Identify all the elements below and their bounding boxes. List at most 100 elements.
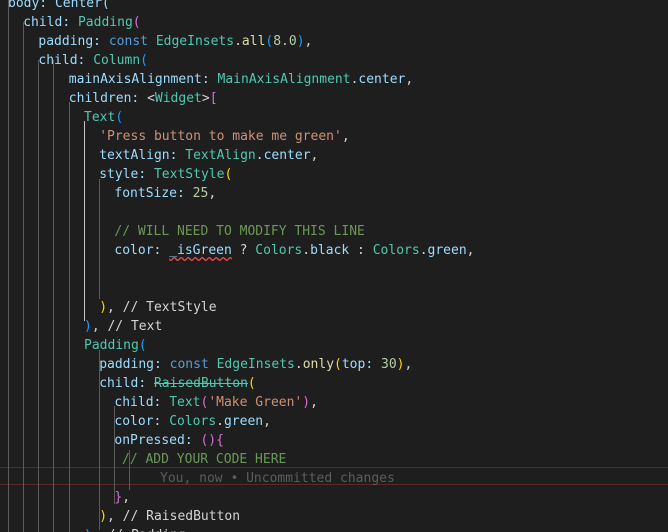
code-token: _isGreen [169, 243, 232, 258]
code-line[interactable]: ), // RaisedButton [99, 507, 240, 526]
code-token: , [466, 243, 475, 258]
code-token: EdgeInsets [155, 34, 235, 49]
code-line[interactable]: 'Press button to make me green', [99, 127, 349, 146]
code-token: [ [209, 91, 218, 106]
code-editor[interactable]: body: Center(child: Padding(padding: con… [0, 0, 668, 532]
code-token: color: [114, 243, 170, 258]
code-line[interactable]: body: Center( [8, 0, 110, 13]
code-token: () [200, 433, 217, 448]
code-token: > [201, 91, 210, 106]
code-line[interactable]: You, now • Uncommitted changes [160, 469, 395, 488]
indent-guide [23, 22, 24, 532]
code-token: RaisedButton [153, 376, 248, 391]
code-token: , [263, 414, 271, 429]
code-line[interactable]: color: Colors.green, [114, 412, 271, 431]
code-line[interactable]: mainAxisAlignment: MainAxisAlignment.cen… [69, 70, 413, 89]
code-token: ) [302, 395, 311, 410]
code-line[interactable]: onPressed: (){ [114, 431, 224, 450]
code-token: Colors [169, 414, 217, 429]
code-token: . [419, 243, 428, 258]
code-token: , [341, 129, 350, 144]
code-token: , [122, 490, 131, 505]
code-line[interactable]: textAlign: TextAlign.center, [99, 146, 318, 165]
code-token: 'Press button to make me green' [99, 129, 342, 144]
code-token: ( [138, 338, 147, 353]
code-token: const [108, 34, 156, 49]
code-token: const [169, 357, 217, 372]
code-token: . [255, 148, 264, 163]
code-token: . [294, 357, 303, 372]
code-token: only [302, 357, 335, 372]
code-token: TextStyle [153, 167, 225, 182]
code-line[interactable]: color: _isGreen ? Colors.black : Colors.… [114, 241, 474, 260]
indent-guide [84, 121, 85, 321]
code-token: color: [114, 414, 170, 429]
code-token: 'Make Green' [208, 395, 303, 410]
code-line[interactable]: ), // TextStyle [99, 298, 216, 317]
code-token: , [404, 357, 413, 372]
code-token: child: [99, 376, 154, 391]
code-token: ( [115, 110, 124, 125]
code-token: ? [231, 243, 256, 258]
code-token: ) [84, 528, 92, 532]
code-line[interactable]: // ADD YOUR CODE HERE [122, 450, 286, 469]
code-token: , [405, 72, 414, 87]
code-token: , // RaisedButton [107, 509, 241, 524]
code-line[interactable]: // WILL NEED TO MODIFY THIS LINE [114, 222, 364, 241]
code-line[interactable]: fontSize: 25, [114, 184, 216, 203]
code-token: green [427, 243, 467, 258]
code-line[interactable]: child: Text('Make Green'), [114, 393, 318, 412]
code-line[interactable]: style: TextStyle( [99, 165, 232, 184]
code-token: , // Padding [92, 528, 186, 532]
code-token: ) [296, 34, 305, 49]
code-line[interactable]: child: Padding( [23, 13, 140, 32]
code-token: top: [341, 357, 381, 372]
indent-guide [69, 102, 70, 532]
code-token: Column [93, 53, 141, 68]
code-token: all [241, 34, 266, 49]
code-token: padding: [99, 357, 170, 372]
code-line[interactable]: }, [114, 488, 130, 507]
indent-guide [38, 60, 39, 532]
code-token: ( [224, 167, 233, 182]
code-token: style: [99, 167, 154, 182]
code-token: ( [132, 15, 141, 30]
code-token: ( [140, 53, 148, 68]
code-token: , [310, 148, 319, 163]
code-token: Colors [372, 243, 420, 258]
code-token: , [310, 395, 318, 410]
code-line[interactable]: Text( [84, 108, 123, 127]
code-line[interactable]: Padding( [84, 336, 147, 355]
code-token: child: [23, 15, 78, 30]
code-token: mainAxisAlignment: [68, 72, 218, 87]
code-line[interactable]: child: RaisedButton( [99, 374, 256, 393]
code-line[interactable]: ), // Text [84, 317, 162, 336]
code-token: , // TextStyle [107, 300, 217, 315]
code-line[interactable]: children: <Widget>[ [69, 89, 218, 108]
code-token: ) [99, 300, 108, 315]
code-token: < [147, 91, 155, 106]
code-token: MainAxisAlignment [217, 72, 351, 87]
code-token: TextAlign [185, 148, 256, 163]
code-token: ( [334, 357, 342, 372]
code-line[interactable]: child: Column( [38, 51, 148, 70]
code-token: ( [247, 376, 256, 391]
code-token: , [208, 186, 217, 201]
code-token: : [349, 243, 373, 258]
code-token: ) [99, 509, 108, 524]
code-token: green [223, 414, 264, 429]
code-token: . [234, 34, 242, 49]
indent-guide [99, 179, 100, 299]
code-token: body: Center( [8, 0, 110, 11]
code-token: ) [84, 319, 92, 334]
code-token: Padding [77, 15, 133, 30]
code-token: fontSize: [114, 186, 193, 201]
code-token: children: [68, 91, 148, 106]
git-blame-annotation: You, now • Uncommitted changes [160, 471, 395, 486]
code-token: , // Text [91, 319, 163, 334]
code-line[interactable]: padding: const EdgeInsets.only(top: 30), [99, 355, 412, 374]
code-token: , [304, 34, 313, 49]
code-line[interactable]: padding: const EdgeInsets.all(8.0), [38, 32, 312, 51]
code-line[interactable]: ), // Padding [84, 526, 186, 532]
code-token: { [216, 433, 224, 448]
